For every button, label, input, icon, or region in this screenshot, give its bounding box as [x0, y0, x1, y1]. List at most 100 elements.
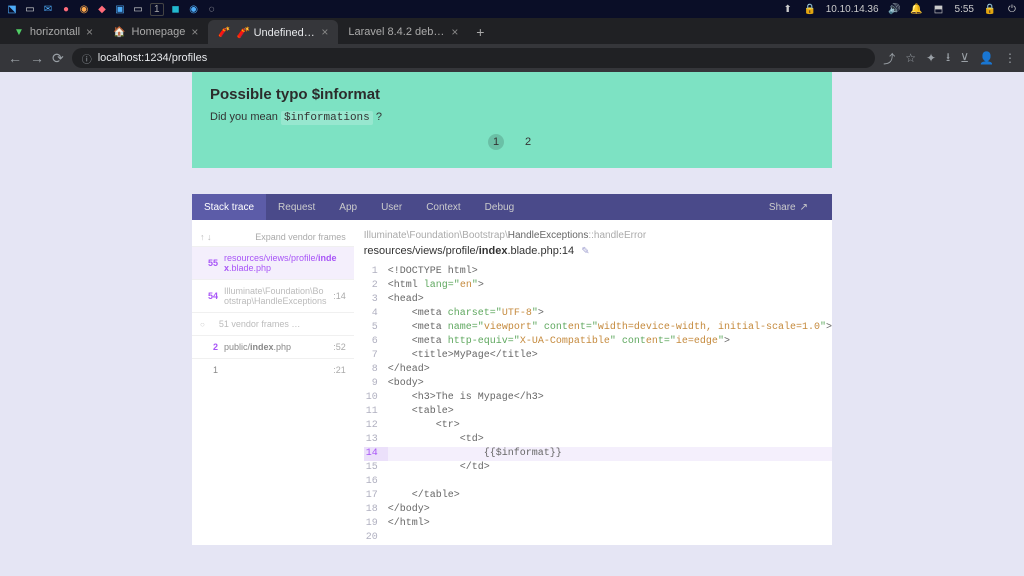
download-icon[interactable]: ⭳	[946, 48, 950, 69]
code-column: Illuminate\Foundation\Bootstrap\HandleEx…	[354, 220, 832, 545]
line-number: 8	[364, 363, 388, 377]
frame-path: public/index.php	[224, 342, 327, 352]
stack-frame[interactable]: 55 resources/views/profile/index.blade.ph…	[192, 246, 354, 279]
frame-line: :14	[333, 291, 346, 301]
line-number: 17	[364, 489, 388, 503]
notification-icon[interactable]: 🔔	[911, 3, 923, 15]
app-menu-icon[interactable]: ⬔	[6, 3, 18, 15]
bookmark-icon[interactable]: ☆	[905, 51, 916, 65]
site-info-icon[interactable]: ⓘ	[82, 51, 92, 66]
browser-tab-strip: ▼ horizontall × 🏠 Homepage × 🧨 🧨 Undefin…	[0, 18, 1024, 44]
sublime-icon[interactable]: ◼	[170, 3, 182, 15]
code-line: 15 </td>	[364, 461, 832, 475]
page-2[interactable]: 2	[520, 134, 536, 150]
frame-path: resources/views/profile/index.blade.php	[224, 253, 340, 273]
tab-error[interactable]: 🧨 🧨 Undefined variable: in ×	[208, 20, 338, 44]
firefox-icon[interactable]: ◉	[78, 3, 90, 15]
ip-address: 10.10.14.36	[826, 4, 879, 15]
line-content: <meta name="viewport" content="width=dev…	[388, 321, 832, 335]
code-line: 5 <meta name="viewport" content="width=d…	[364, 321, 832, 335]
profile-icon[interactable]: 👤	[979, 51, 994, 65]
extensions-icon[interactable]: ✦	[926, 51, 936, 65]
tab-horizontall[interactable]: ▼ horizontall ×	[4, 20, 103, 44]
line-number: 20	[364, 531, 388, 545]
vpn-icon[interactable]: 🔒	[804, 3, 816, 15]
stack-frame[interactable]: 54Illuminate\Foundation\Bootstrap\Handle…	[192, 279, 354, 312]
terminal-icon[interactable]: ▣	[114, 3, 126, 15]
line-number: 16	[364, 475, 388, 489]
code-line: 8</head>	[364, 363, 832, 377]
frame-number: 55	[200, 258, 218, 268]
code-line: 11 <table>	[364, 405, 832, 419]
close-icon[interactable]: ×	[321, 25, 328, 39]
frame-line: :52	[333, 342, 346, 352]
back-button[interactable]: ←	[8, 50, 22, 66]
error-icon: 🧨	[218, 27, 230, 38]
menu-icon[interactable]: ⋮	[1004, 51, 1016, 65]
code-line: 19</html>	[364, 517, 832, 531]
nav-context[interactable]: Context	[414, 194, 472, 220]
tab-label: horizontall	[30, 26, 80, 38]
volume-icon[interactable]: 🔊	[889, 3, 901, 15]
pinterest-icon[interactable]: ●	[60, 3, 72, 15]
line-content: <!DOCTYPE html>	[388, 265, 832, 279]
download-done-icon[interactable]: ⊻	[960, 51, 969, 65]
power-menu-icon[interactable]: ⬒	[933, 3, 945, 15]
frame-line: :21	[333, 365, 346, 375]
close-icon[interactable]: ×	[451, 25, 458, 39]
close-icon[interactable]: ×	[191, 25, 198, 39]
tab-laravel[interactable]: Laravel 8.4.2 debug mod ×	[338, 20, 468, 44]
tab-label: Homepage	[132, 26, 186, 38]
frame-number: 2	[200, 342, 218, 352]
frames-column: ↑ ↓ Expand vendor frames 55 resources/vie…	[192, 220, 354, 545]
chromium-icon[interactable]: ◉	[188, 3, 200, 15]
stack-frame[interactable]: 2 public/index.php :52	[192, 335, 354, 358]
line-content: </body>	[388, 503, 832, 517]
line-content: {{$informat}}	[388, 447, 832, 461]
code-line: 7 <title>MyPage</title>	[364, 349, 832, 363]
expand-vendor-frames[interactable]: Expand vendor frames	[255, 232, 346, 242]
code-line: 14 {{$informat}}	[364, 447, 832, 461]
upload-icon[interactable]: ⬆	[782, 3, 794, 15]
power-icon[interactable]: ⏻	[1006, 3, 1018, 15]
nav-debug[interactable]: Debug	[473, 194, 526, 220]
close-icon[interactable]: ×	[86, 25, 93, 39]
reload-button[interactable]: ⟳	[52, 50, 64, 67]
line-content: <table>	[388, 405, 832, 419]
files-icon[interactable]: ▭	[24, 3, 36, 15]
app-icon[interactable]: ◌	[206, 3, 218, 15]
nav-app[interactable]: App	[327, 194, 369, 220]
vue-icon: ▼	[14, 27, 24, 38]
sort-arrows-icon[interactable]: ↑ ↓	[200, 232, 212, 242]
line-content: <body>	[388, 377, 832, 391]
mail-icon[interactable]: ✉	[42, 3, 54, 15]
line-content: <title>MyPage</title>	[388, 349, 832, 363]
share-icon[interactable]: ⤴	[883, 50, 895, 67]
line-content: <h3>The is Mypage</h3>	[388, 391, 832, 405]
terminal2-icon[interactable]: ▭	[132, 3, 144, 15]
line-content: </table>	[388, 489, 832, 503]
lock-icon[interactable]: 🔒	[984, 3, 996, 15]
line-number: 10	[364, 391, 388, 405]
nav-request[interactable]: Request	[266, 194, 327, 220]
clock: 5:55	[955, 4, 974, 15]
stack-frame[interactable]: 1:21	[192, 358, 354, 381]
nav-share[interactable]: Share ↗	[757, 194, 820, 220]
nav-stack-trace[interactable]: Stack trace	[192, 194, 266, 220]
forward-button[interactable]: →	[30, 50, 44, 66]
page-1[interactable]: 1	[488, 134, 504, 150]
burp-icon[interactable]: ◆	[96, 3, 108, 15]
line-number: 4	[364, 307, 388, 321]
workspace-num[interactable]: 1	[150, 3, 164, 16]
code-line: 9<body>	[364, 377, 832, 391]
edit-icon[interactable]: ✎	[581, 246, 589, 257]
code-line: 2<html lang="en">	[364, 279, 832, 293]
line-content: <td>	[388, 433, 832, 447]
vendor-frames-collapsed[interactable]: ○51 vendor frames …	[192, 312, 354, 335]
code-line: 13 <td>	[364, 433, 832, 447]
url-input[interactable]: ⓘ localhost:1234/profiles	[72, 48, 875, 68]
new-tab-button[interactable]: +	[468, 20, 492, 44]
nav-user[interactable]: User	[369, 194, 414, 220]
line-number: 15	[364, 461, 388, 475]
tab-homepage[interactable]: 🏠 Homepage ×	[103, 20, 208, 44]
